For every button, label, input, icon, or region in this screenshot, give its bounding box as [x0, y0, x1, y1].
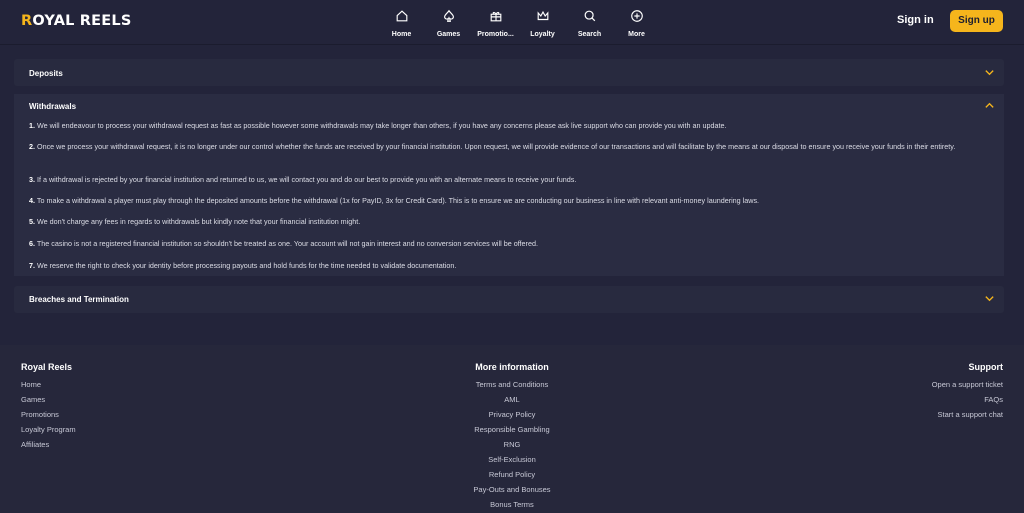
main-nav: Home Games Promotio... Loyalty Search Mo… — [378, 7, 660, 38]
rule-text: Once we process your withdrawal request,… — [37, 142, 956, 151]
top-navigation-bar: ROYAL REELS Home Games Promotio... Loyal… — [0, 0, 1024, 45]
footer-link-refund-policy[interactable]: Refund Policy — [412, 470, 612, 479]
footer-link-bonus-terms[interactable]: Bonus Terms — [412, 500, 612, 509]
withdrawal-rule-6: 6. The casino is not a registered financ… — [29, 239, 989, 250]
rule-text: To make a withdrawal a player must play … — [36, 196, 760, 205]
footer-link-rng[interactable]: RNG — [412, 440, 612, 449]
plus-circle-icon — [630, 10, 643, 22]
logo-text: OYAL REELS — [32, 13, 132, 29]
footer-col-more-info-title: More information — [475, 362, 549, 372]
search-icon — [584, 10, 595, 22]
footer-link-terms[interactable]: Terms and Conditions — [412, 380, 612, 389]
chevron-up-icon[interactable] — [984, 100, 995, 111]
rule-number: 4. — [29, 196, 35, 205]
rule-text: We reserve the right to check your ident… — [37, 261, 457, 270]
rule-number: 1. — [29, 121, 35, 130]
logo-crown-letter: R — [21, 13, 33, 29]
footer-link-payouts-bonuses[interactable]: Pay-Outs and Bonuses — [412, 485, 612, 494]
footer-link-support-chat[interactable]: Start a support chat — [803, 410, 1003, 419]
faq-breaches-title: Breaches and Termination — [29, 295, 129, 304]
footer-link-loyalty-program[interactable]: Loyalty Program — [21, 425, 76, 434]
rule-number: 2. — [29, 142, 35, 151]
footer-link-promotions[interactable]: Promotions — [21, 410, 59, 419]
nav-games-label: Games — [436, 31, 461, 38]
nav-games[interactable]: Games — [425, 7, 472, 38]
rule-text: The casino is not a registered financial… — [36, 239, 538, 248]
footer-link-aml[interactable]: AML — [412, 395, 612, 404]
home-icon — [396, 10, 407, 22]
rule-number: 5. — [29, 217, 35, 226]
nav-more[interactable]: More — [613, 7, 660, 38]
footer-link-responsible-gambling[interactable]: Responsible Gambling — [412, 425, 612, 434]
footer-link-self-exclusion[interactable]: Self-Exclusion — [412, 455, 612, 464]
nav-loyalty[interactable]: Loyalty — [519, 7, 566, 38]
faq-breaches-and-termination[interactable]: Breaches and Termination — [14, 286, 1004, 313]
rule-text: If a withdrawal is rejected by your fina… — [37, 175, 577, 184]
rule-text: We don't charge any fees in regards to w… — [37, 217, 361, 226]
nav-promotions-label: Promotio... — [477, 31, 514, 38]
spade-icon — [443, 9, 454, 22]
faq-deposits-title: Deposits — [29, 69, 63, 78]
withdrawal-rule-7: 7. We reserve the right to check your id… — [29, 261, 989, 272]
rule-number: 3. — [29, 175, 35, 184]
rule-number: 6. — [29, 239, 35, 248]
withdrawal-rule-3: 3. If a withdrawal is rejected by your f… — [29, 175, 989, 186]
withdrawal-rule-5: 5. We don't charge any fees in regards t… — [29, 217, 989, 228]
rule-number: 7. — [29, 261, 35, 270]
chevron-down-icon — [985, 296, 994, 302]
sign-in-button[interactable]: Sign in — [897, 14, 934, 26]
footer-link-games[interactable]: Games — [21, 395, 45, 404]
nav-more-label: More — [628, 31, 645, 38]
gift-icon — [490, 11, 501, 22]
sign-up-button[interactable]: Sign up — [950, 10, 1003, 32]
nav-search-label: Search — [577, 31, 602, 38]
withdrawal-rule-2: 2. Once we process your withdrawal reque… — [29, 142, 989, 153]
nav-home-label: Home — [391, 31, 412, 38]
nav-promotions[interactable]: Promotio... — [472, 7, 519, 38]
footer-link-affiliates[interactable]: Affiliates — [21, 440, 49, 449]
footer-link-faqs[interactable]: FAQs — [803, 395, 1003, 404]
footer-link-privacy-policy[interactable]: Privacy Policy — [412, 410, 612, 419]
withdrawal-rule-1: 1. We will endeavour to process your wit… — [29, 121, 989, 132]
site-footer: Royal Reels Home Games Promotions Loyalt… — [0, 345, 1024, 513]
crown-icon — [537, 10, 548, 21]
nav-home[interactable]: Home — [378, 7, 425, 38]
rule-text: We will endeavour to process your withdr… — [37, 121, 727, 130]
nav-search[interactable]: Search — [566, 7, 613, 38]
faq-deposits[interactable]: Deposits — [14, 59, 1004, 86]
withdrawal-rule-4: 4. To make a withdrawal a player must pl… — [29, 196, 989, 207]
nav-loyalty-label: Loyalty — [530, 31, 555, 38]
footer-col-royal-reels-title: Royal Reels — [21, 362, 73, 372]
footer-link-home[interactable]: Home — [21, 380, 41, 389]
royal-reels-logo[interactable]: ROYAL REELS — [21, 13, 131, 29]
faq-withdrawals-title[interactable]: Withdrawals — [29, 102, 76, 111]
footer-col-support-title: Support — [968, 362, 1004, 372]
footer-link-open-ticket[interactable]: Open a support ticket — [803, 380, 1003, 389]
chevron-down-icon — [985, 70, 994, 76]
